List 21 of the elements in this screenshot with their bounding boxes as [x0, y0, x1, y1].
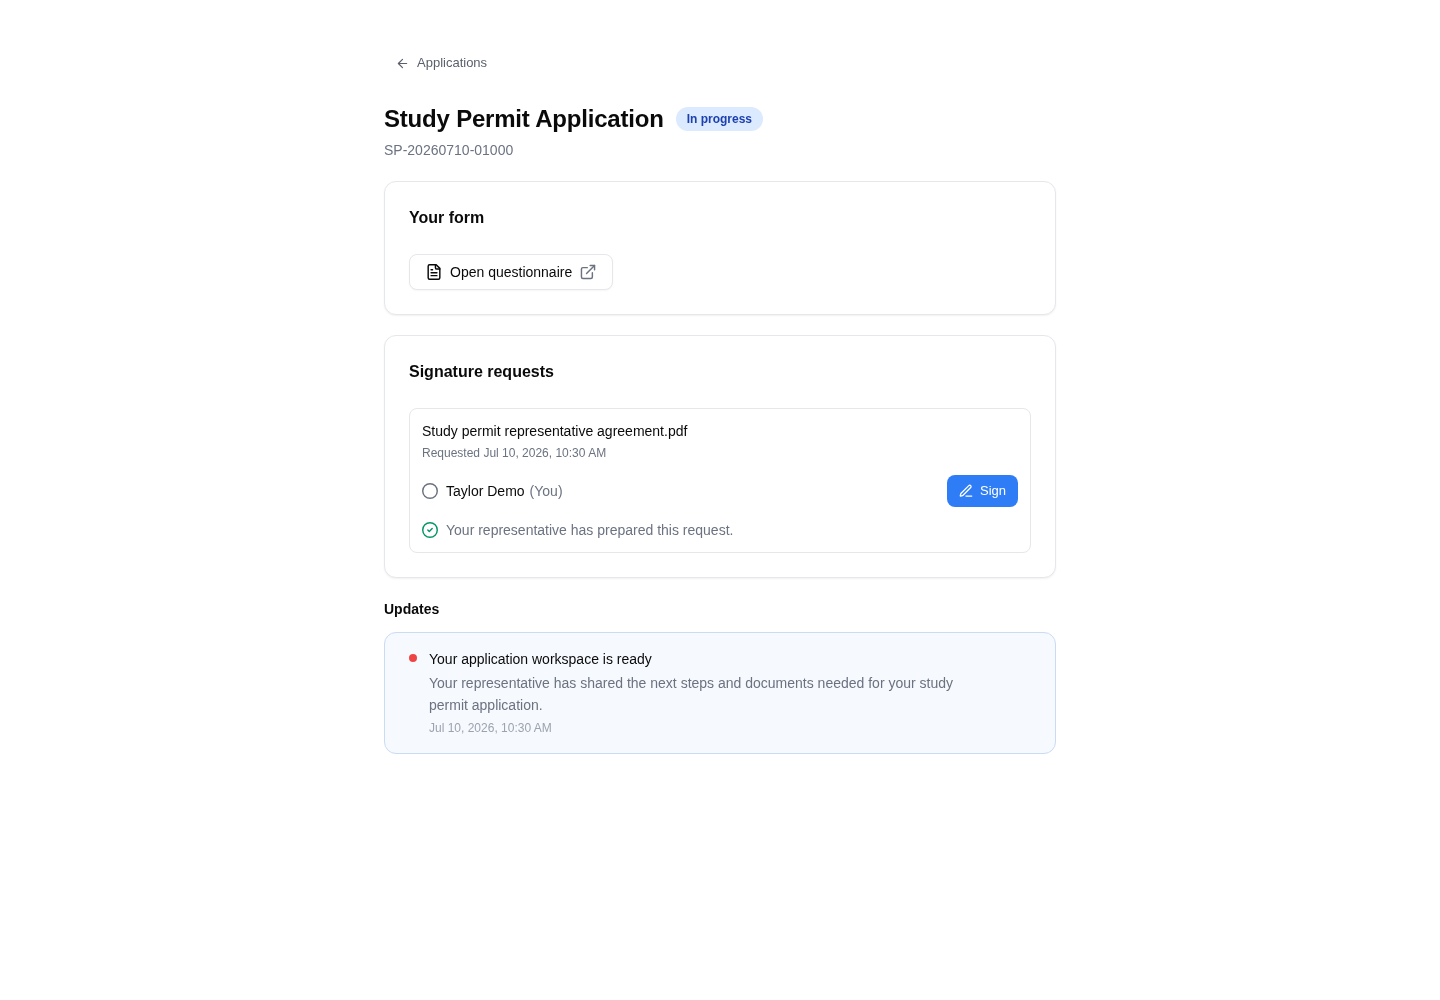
update-time: Jul 10, 2026, 10:30 AM: [429, 719, 553, 736]
arrow-left-icon: [396, 56, 409, 70]
signer-name: Taylor Demo: [446, 481, 525, 501]
section-heading: Updates: [384, 599, 441, 619]
update-text: Your representative has shared the next steps and documents needed for your study permit application.: [429, 673, 955, 715]
pen-icon: [958, 483, 973, 498]
card-title: Your form: [409, 207, 486, 228]
signer-note: (You): [529, 481, 563, 501]
reference-number: SP-20260710-01000: [384, 140, 515, 160]
back-link[interactable]: Applications: [396, 55, 488, 71]
update-title: Your application workspace is ready: [429, 649, 653, 669]
card-title: Signature requests: [409, 361, 555, 382]
page-title: Study Permit Application: [384, 103, 664, 134]
external-link-icon: [580, 263, 597, 280]
document-name: Study permit representative agreement.pdf: [422, 421, 689, 441]
status-badge: In progress: [675, 106, 764, 131]
document-icon: [426, 263, 442, 280]
sign-button[interactable]: Sign: [946, 474, 1018, 507]
open-questionnaire-button[interactable]: Open questionnaire: [409, 253, 614, 290]
requested-date: Requested Jul 10, 2026, 10:30 AM: [422, 444, 608, 461]
status-note: Your representative has prepared this request.: [446, 520, 734, 540]
